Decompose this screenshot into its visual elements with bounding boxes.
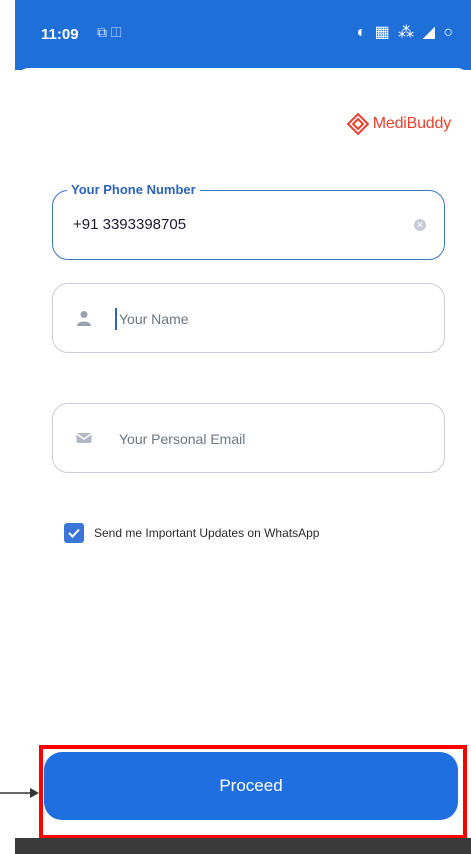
name-field[interactable]: Your Name	[52, 283, 445, 353]
logo-text: MediBuddy	[372, 115, 451, 132]
whatsapp-checkbox-label: Send me Important Updates on WhatsApp	[94, 526, 320, 540]
pointer-arrow-icon	[0, 788, 39, 798]
mail-icon	[76, 433, 92, 443]
clear-icon[interactable]: ✕	[414, 219, 426, 231]
phone-field-label: Your Phone Number	[67, 182, 200, 197]
status-bar: 11:09 ⧉ ◫ ◐ ▦ ⁂ ◢ ○	[15, 0, 471, 70]
notification-icons: ⧉ ◫	[97, 24, 122, 40]
email-input[interactable]: Your Personal Email	[119, 431, 245, 447]
phone-field[interactable]: Your Phone Number +91 3393398705 ✕	[52, 182, 445, 260]
status-time: 11:09	[41, 26, 79, 43]
email-field[interactable]: Your Personal Email	[52, 403, 445, 473]
name-input[interactable]: Your Name	[119, 311, 189, 327]
person-icon	[77, 311, 91, 326]
proceed-button[interactable]: Proceed	[44, 752, 458, 820]
text-cursor	[115, 308, 117, 330]
system-status-icons: ◐ ▦ ⁂ ◢ ○	[356, 24, 455, 41]
whatsapp-checkbox[interactable]	[64, 523, 84, 543]
navigation-bar	[15, 838, 471, 854]
medibuddy-logo: MediBuddy	[346, 113, 451, 135]
medibuddy-logo-icon	[346, 113, 369, 135]
check-icon	[68, 528, 80, 538]
whatsapp-opt-in[interactable]: Send me Important Updates on WhatsApp	[64, 523, 319, 543]
phone-input[interactable]: +91 3393398705	[73, 216, 186, 233]
